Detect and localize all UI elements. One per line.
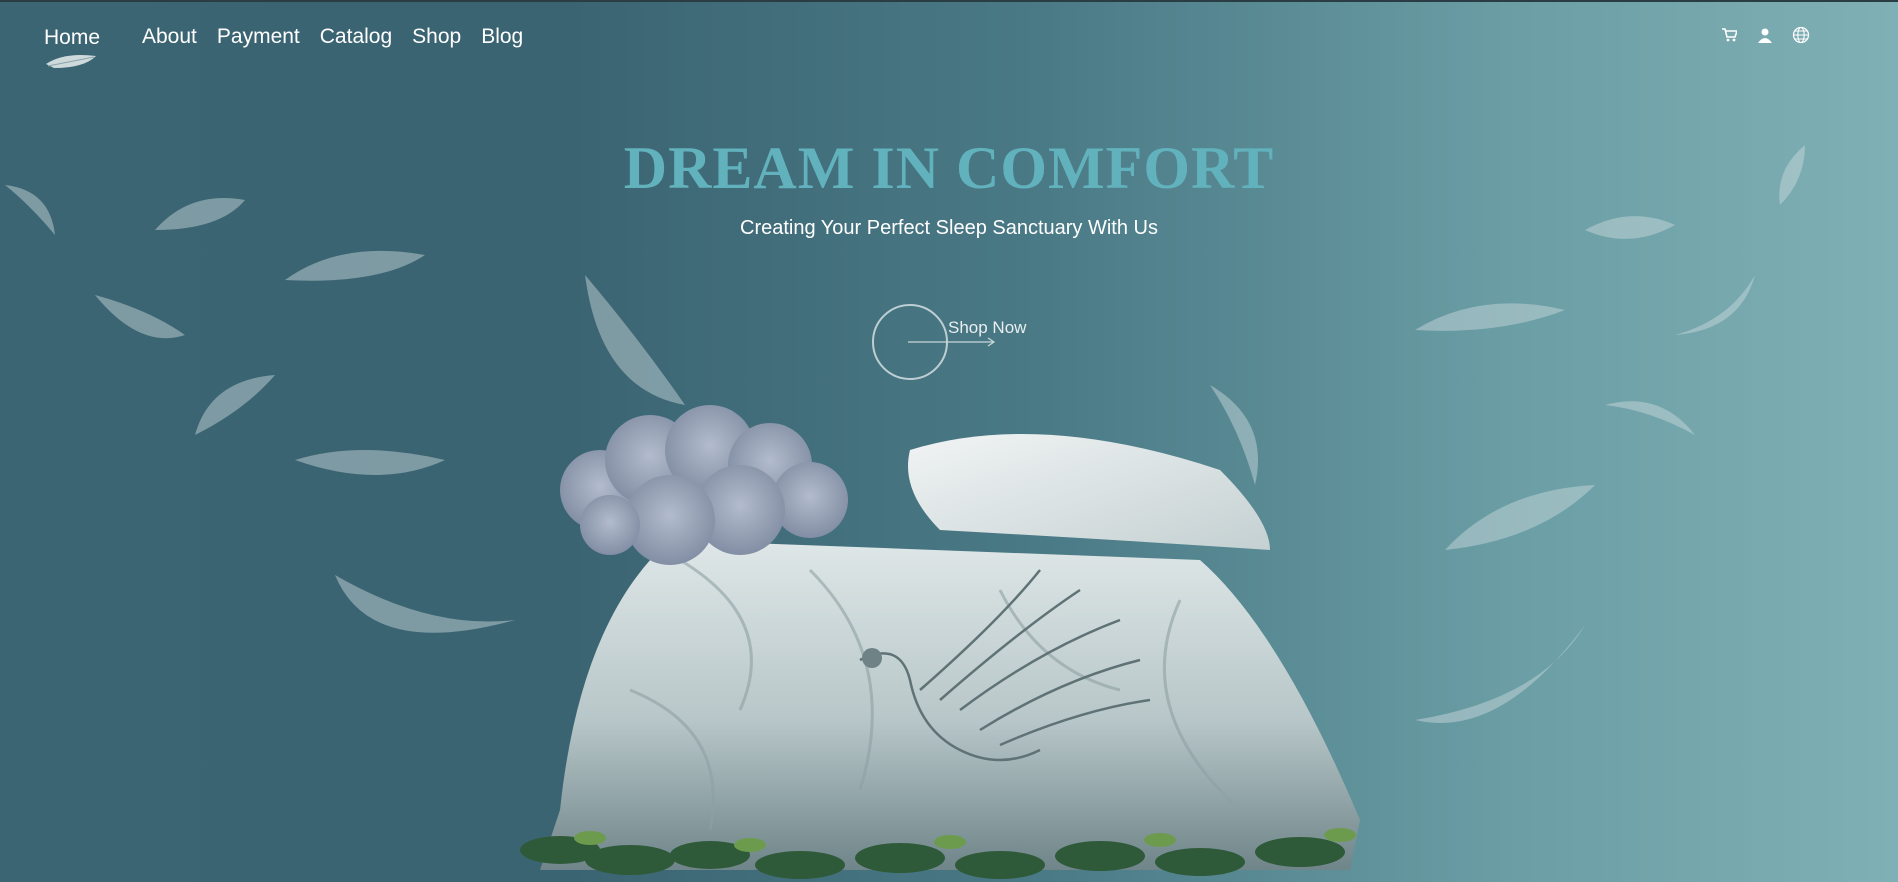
cart-icon[interactable] xyxy=(1720,26,1738,44)
feather-decoration xyxy=(195,375,275,435)
main-nav: About Payment Catalog Shop Blog xyxy=(142,25,523,49)
hero-subtitle: Creating Your Perfect Sleep Sanctuary Wi… xyxy=(740,217,1158,239)
feather-decoration xyxy=(585,275,685,405)
user-icon[interactable] xyxy=(1756,26,1774,44)
feather-logo-icon xyxy=(46,55,96,68)
home-link[interactable]: Home xyxy=(44,26,100,50)
feather-decoration xyxy=(1415,303,1565,331)
bed-hero-image xyxy=(520,405,1360,879)
feather-decoration xyxy=(295,450,445,475)
hero-title: DREAM IN COMFORT xyxy=(623,135,1275,201)
nav-about[interactable]: About xyxy=(142,25,197,49)
nav-blog[interactable]: Blog xyxy=(481,25,523,49)
feather-decoration xyxy=(95,295,185,339)
header-icons xyxy=(1720,26,1810,44)
feather-decoration xyxy=(1415,625,1585,723)
globe-icon[interactable] xyxy=(1792,26,1810,44)
nav-payment[interactable]: Payment xyxy=(217,25,300,49)
cta-label: Shop Now xyxy=(948,318,1027,337)
shop-now-button[interactable]: Shop Now xyxy=(872,304,1042,380)
nav-catalog[interactable]: Catalog xyxy=(320,25,392,49)
nav-shop[interactable]: Shop xyxy=(412,25,461,49)
arrow-right-icon xyxy=(908,337,996,347)
feather-decoration xyxy=(1605,401,1695,435)
feather-decoration xyxy=(285,250,425,281)
top-border xyxy=(0,0,1898,2)
feather-decoration xyxy=(1675,275,1755,335)
feather-decoration xyxy=(1445,485,1595,550)
